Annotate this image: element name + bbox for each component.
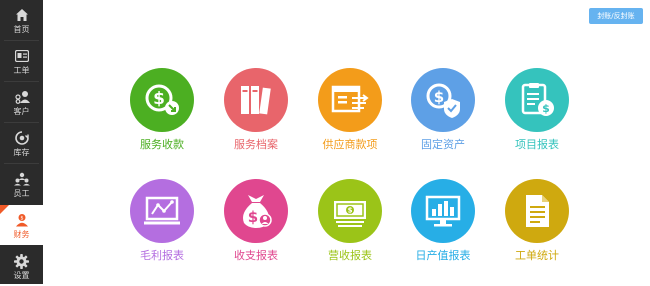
- module-label: 项目报表: [515, 138, 559, 151]
- sidebar-item-label: 设置: [13, 271, 30, 280]
- svg-text:$: $: [248, 208, 258, 226]
- income-expense-report-icon: $: [224, 179, 288, 243]
- ticket-icon: [14, 48, 30, 64]
- module-income-expense-report[interactable]: $ 收支报表: [211, 179, 301, 279]
- module-label: 营收报表: [328, 249, 372, 262]
- module-daily-output-report[interactable]: 日产值报表: [398, 179, 488, 279]
- module-label: 服务档案: [234, 138, 278, 151]
- module-label: 日产值报表: [415, 249, 471, 262]
- customer-icon: [14, 89, 30, 105]
- svg-text:$: $: [542, 102, 550, 115]
- supplier-payment-icon: [318, 68, 382, 132]
- module-label: 收支报表: [234, 249, 278, 262]
- fixed-asset-icon: $: [411, 68, 475, 132]
- sidebar-item-finance[interactable]: $ 财务: [0, 205, 43, 245]
- module-service-payment[interactable]: $ 服务收款: [117, 68, 207, 168]
- sidebar-item-label: 首页: [13, 25, 30, 34]
- sidebar-item-label: 客户: [13, 107, 30, 116]
- sidebar: 首页 工单 客户 库存 员工 $ 财务 设置: [0, 0, 43, 284]
- sidebar-item-ticket[interactable]: 工单: [0, 41, 43, 81]
- module-label: 固定资产: [421, 138, 465, 151]
- svg-text:$: $: [20, 215, 23, 221]
- sidebar-item-inventory[interactable]: 库存: [0, 123, 43, 163]
- module-revenue-report[interactable]: $ 营收报表: [305, 179, 395, 279]
- module-gross-profit-report[interactable]: 毛利报表: [117, 179, 207, 279]
- module-fixed-asset[interactable]: $ 固定资产: [398, 68, 488, 168]
- module-supplier-payment[interactable]: 供应商款项: [305, 68, 395, 168]
- sidebar-item-settings[interactable]: 设置: [0, 246, 43, 286]
- staff-icon: [13, 171, 30, 187]
- revenue-report-icon: $: [318, 179, 382, 243]
- svg-text:$: $: [434, 88, 444, 106]
- module-label: 工单统计: [515, 249, 559, 262]
- service-archive-icon: [224, 68, 288, 132]
- close-account-button[interactable]: 封账/反封账: [589, 8, 643, 24]
- sidebar-item-label: 库存: [13, 148, 30, 157]
- module-ticket-statistics[interactable]: 工单统计: [492, 179, 582, 279]
- sidebar-item-home[interactable]: 首页: [0, 0, 43, 40]
- sidebar-item-label: 财务: [13, 230, 30, 239]
- inventory-icon: [14, 130, 30, 146]
- home-icon: [14, 7, 30, 23]
- gear-icon: [14, 253, 30, 269]
- module-service-archive[interactable]: 服务档案: [211, 68, 301, 168]
- module-project-report[interactable]: $ 项目报表: [492, 68, 582, 168]
- sidebar-item-label: 员工: [13, 189, 30, 198]
- sidebar-item-label: 工单: [13, 66, 30, 75]
- sidebar-item-staff[interactable]: 员工: [0, 164, 43, 204]
- project-report-icon: $: [505, 68, 569, 132]
- module-label: 毛利报表: [140, 249, 184, 262]
- module-label: 供应商款项: [322, 138, 378, 151]
- daily-output-report-icon: [411, 179, 475, 243]
- service-payment-icon: $: [130, 68, 194, 132]
- svg-text:$: $: [153, 89, 165, 109]
- gross-profit-report-icon: [130, 179, 194, 243]
- svg-text:$: $: [348, 207, 353, 215]
- finance-icon: $: [14, 212, 30, 228]
- module-label: 服务收款: [140, 138, 184, 151]
- sidebar-item-customer[interactable]: 客户: [0, 82, 43, 122]
- ticket-statistics-icon: [505, 179, 569, 243]
